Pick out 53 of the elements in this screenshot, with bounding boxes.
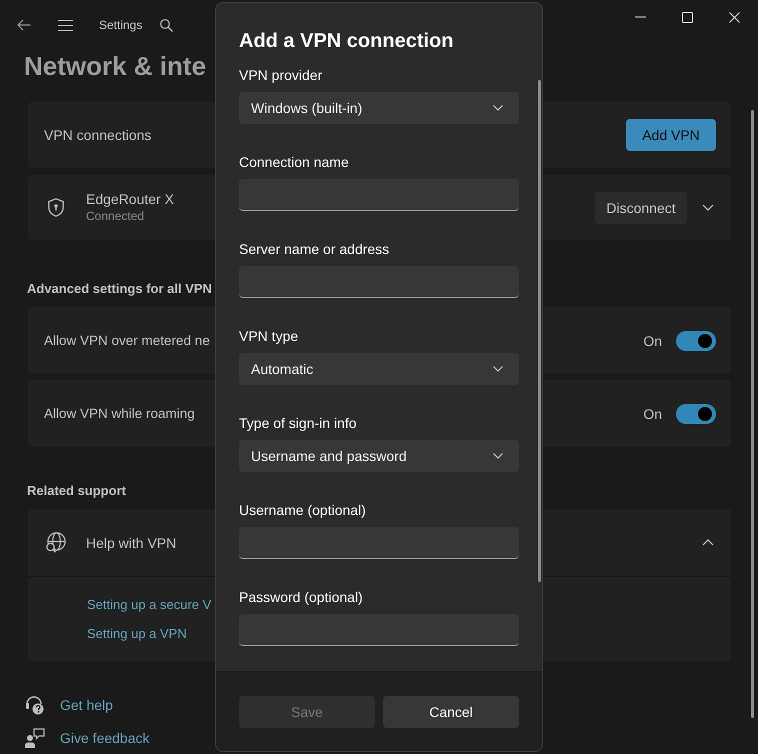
shield-icon <box>48 198 64 217</box>
close-icon <box>729 12 740 22</box>
chevron-down-icon <box>702 204 714 211</box>
toggle-switch[interactable] <box>676 330 716 350</box>
field-label: Server name or address <box>239 240 390 259</box>
dropdown[interactable]: Windows (built-in) <box>239 92 519 124</box>
section-heading: Related support <box>27 482 126 500</box>
section-heading: Advanced settings for all VPN <box>27 280 212 298</box>
dropdown[interactable]: Username and password <box>239 440 519 472</box>
connection-status: Connected <box>86 208 146 225</box>
help-link[interactable]: Setting up a VPN <box>87 624 187 644</box>
field-label: VPN type <box>239 327 298 346</box>
scrollbar[interactable] <box>751 110 754 718</box>
input-field[interactable] <box>239 179 519 211</box>
input-field[interactable] <box>239 527 519 559</box>
headset-icon <box>25 695 45 715</box>
expander-label: Help with VPN <box>86 534 176 550</box>
field-label: Password (optional) <box>239 588 363 607</box>
cancel-button[interactable]: Cancel <box>383 696 519 728</box>
toggle-state-text: On <box>643 332 662 348</box>
globe-search-icon <box>45 532 66 553</box>
disconnect-button[interactable]: Disconnect <box>595 192 687 224</box>
help-link[interactable]: Give feedback <box>60 728 150 748</box>
menu-icon <box>58 20 72 30</box>
field-label: VPN provider <box>239 66 322 85</box>
input-field[interactable] <box>239 266 519 298</box>
help-link[interactable]: Get help <box>60 695 113 715</box>
minimize-icon <box>635 16 646 18</box>
chevron-up-icon <box>702 539 714 546</box>
dropdown[interactable]: Automatic <box>239 353 519 385</box>
maximize-icon <box>682 12 693 22</box>
setting-label: Allow VPN over metered ne <box>44 333 210 348</box>
chevron-down-icon <box>493 366 503 372</box>
toggle-state-text: On <box>643 406 662 422</box>
field-label: Username (optional) <box>239 501 366 520</box>
chevron-down-icon <box>493 105 503 111</box>
connection-name: EdgeRouter X <box>86 190 174 208</box>
app-title: Settings <box>99 18 142 32</box>
field-label: Connection name <box>239 153 349 172</box>
page-heading: Network & inte <box>24 50 206 82</box>
search-icon <box>160 18 173 32</box>
setting-label: VPN connections <box>44 127 152 143</box>
add-vpn-button[interactable]: Add VPN <box>626 119 716 151</box>
person-speech-icon <box>25 728 45 748</box>
input-field[interactable] <box>239 614 519 646</box>
help-link[interactable]: Setting up a secure V <box>87 595 212 615</box>
field-label: Type of sign-in info <box>239 414 357 433</box>
scrollbar[interactable] <box>538 80 541 582</box>
dialog-title: Add a VPN connection <box>239 29 454 54</box>
setting-label: Allow VPN while roaming <box>44 406 195 421</box>
toggle-switch[interactable] <box>676 404 716 424</box>
chevron-down-icon <box>493 453 503 459</box>
back-arrow-icon <box>17 19 31 31</box>
